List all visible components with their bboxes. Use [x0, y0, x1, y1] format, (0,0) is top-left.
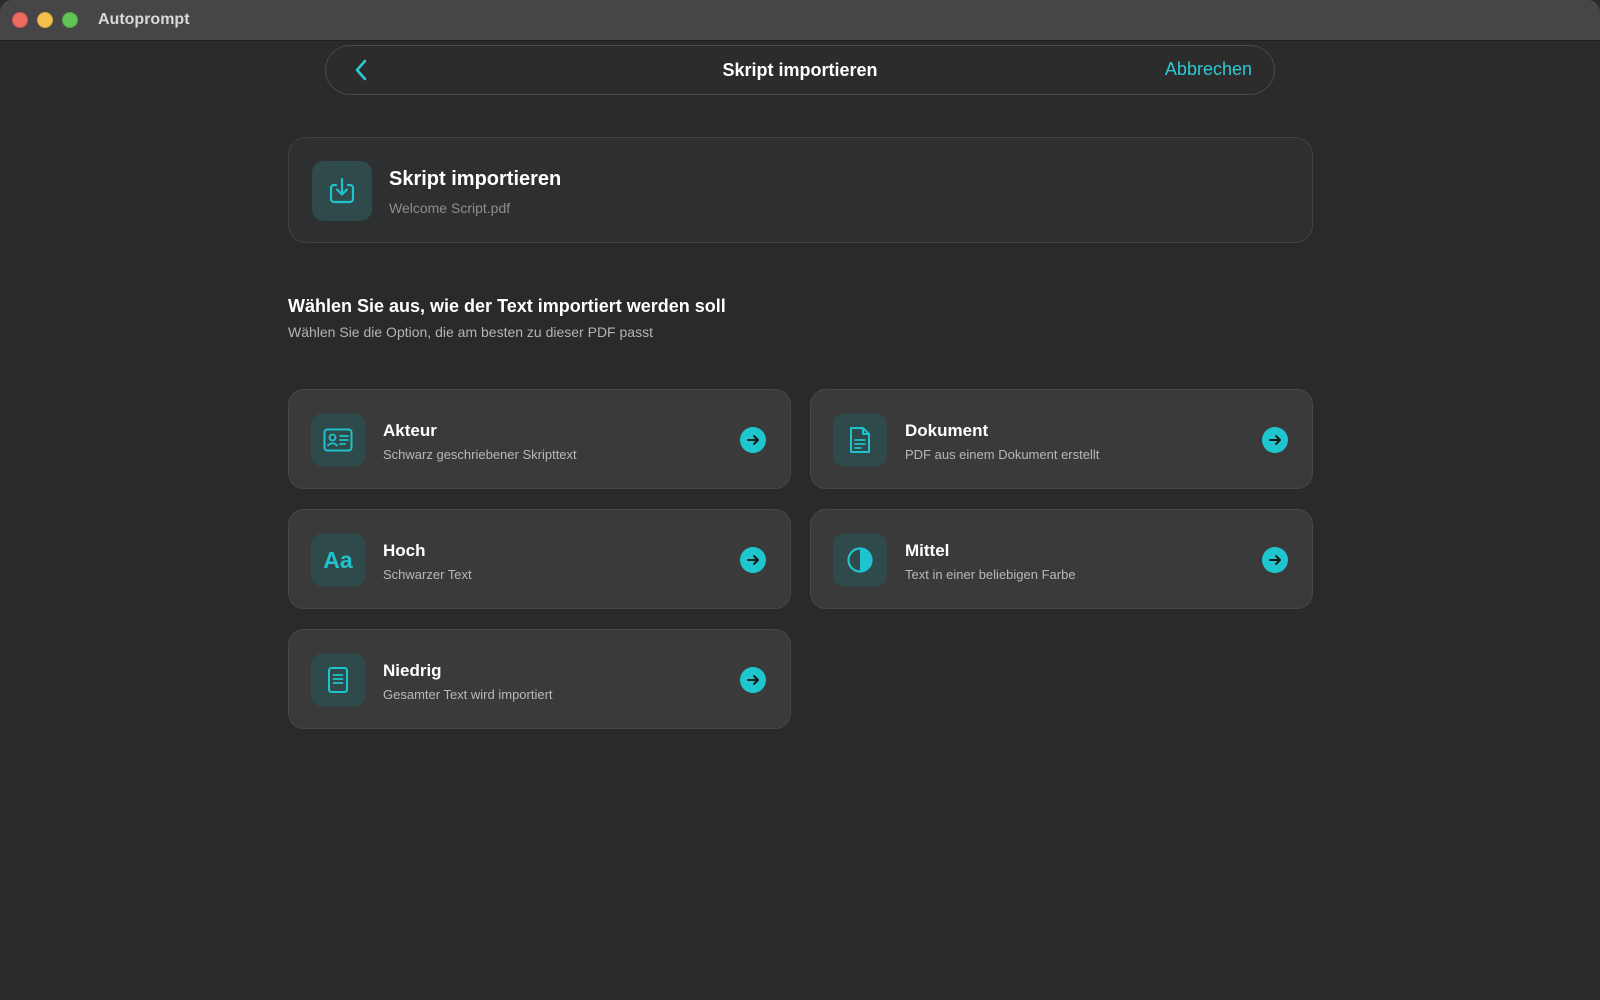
option-title: Dokument — [905, 421, 989, 440]
arrow-right-icon[interactable] — [740, 667, 766, 693]
option-description: PDF aus einem Dokument erstellt — [905, 447, 1100, 462]
section-title: Wählen Sie aus, wie der Text importiert … — [288, 296, 726, 316]
option-icon-container — [833, 413, 887, 467]
option-title: Hoch — [383, 541, 426, 560]
option-description: Schwarzer Text — [383, 567, 472, 582]
import-icon-container — [312, 161, 372, 221]
option-description: Schwarz geschriebener Skripttext — [383, 447, 577, 462]
option-card-dokument[interactable]: Dokument PDF aus einem Dokument erstellt — [810, 389, 1313, 489]
page-title: Skript importieren — [722, 59, 878, 80]
arrow-right-icon[interactable] — [740, 427, 766, 453]
option-icon-container — [311, 653, 365, 707]
option-title: Akteur — [383, 421, 437, 440]
import-file-card: Skript importieren Welcome Script.pdf — [288, 137, 1313, 243]
chevron-left-icon — [355, 59, 367, 81]
option-card-niedrig[interactable]: Niedrig Gesamter Text wird importiert — [288, 629, 791, 729]
page-lines-icon — [328, 667, 348, 693]
close-window-button[interactable] — [12, 12, 28, 28]
import-title: Skript importieren — [389, 168, 562, 190]
option-card-hoch[interactable]: Aa Hoch Schwarzer Text — [288, 509, 791, 609]
option-icon-container — [833, 533, 887, 587]
arrow-right-icon[interactable] — [1262, 547, 1288, 573]
option-description: Gesamter Text wird importiert — [383, 687, 553, 702]
id-card-icon — [323, 428, 353, 452]
import-download-icon — [329, 177, 355, 204]
section-subtitle: Wählen Sie die Option, die am besten zu … — [288, 324, 653, 340]
minimize-window-button[interactable] — [37, 12, 53, 28]
option-title: Niedrig — [383, 661, 442, 680]
option-icon-container — [311, 413, 365, 467]
text-format-icon: Aa — [323, 546, 353, 573]
arrow-right-icon[interactable] — [740, 547, 766, 573]
arrow-right-icon[interactable] — [1262, 427, 1288, 453]
document-icon — [850, 427, 870, 453]
cancel-button[interactable]: Abbrechen — [1165, 59, 1252, 80]
option-card-mittel[interactable]: Mittel Text in einer beliebigen Farbe — [810, 509, 1313, 609]
option-title: Mittel — [905, 541, 950, 560]
navigation-bar: Skript importieren Abbrechen — [325, 45, 1275, 95]
import-filename: Welcome Script.pdf — [389, 200, 511, 216]
option-card-akteur[interactable]: Akteur Schwarz geschriebener Skripttext — [288, 389, 791, 489]
contrast-icon — [847, 547, 873, 573]
option-icon-container: Aa — [311, 533, 365, 587]
back-button[interactable] — [348, 57, 374, 83]
window-controls — [12, 12, 78, 28]
app-window: Autoprompt Skript importieren Abbrechen … — [0, 0, 1600, 1000]
title-bar: Autoprompt — [0, 0, 1600, 41]
option-description: Text in einer beliebigen Farbe — [905, 567, 1076, 582]
app-title: Autoprompt — [98, 11, 190, 28]
zoom-window-button[interactable] — [62, 12, 78, 28]
